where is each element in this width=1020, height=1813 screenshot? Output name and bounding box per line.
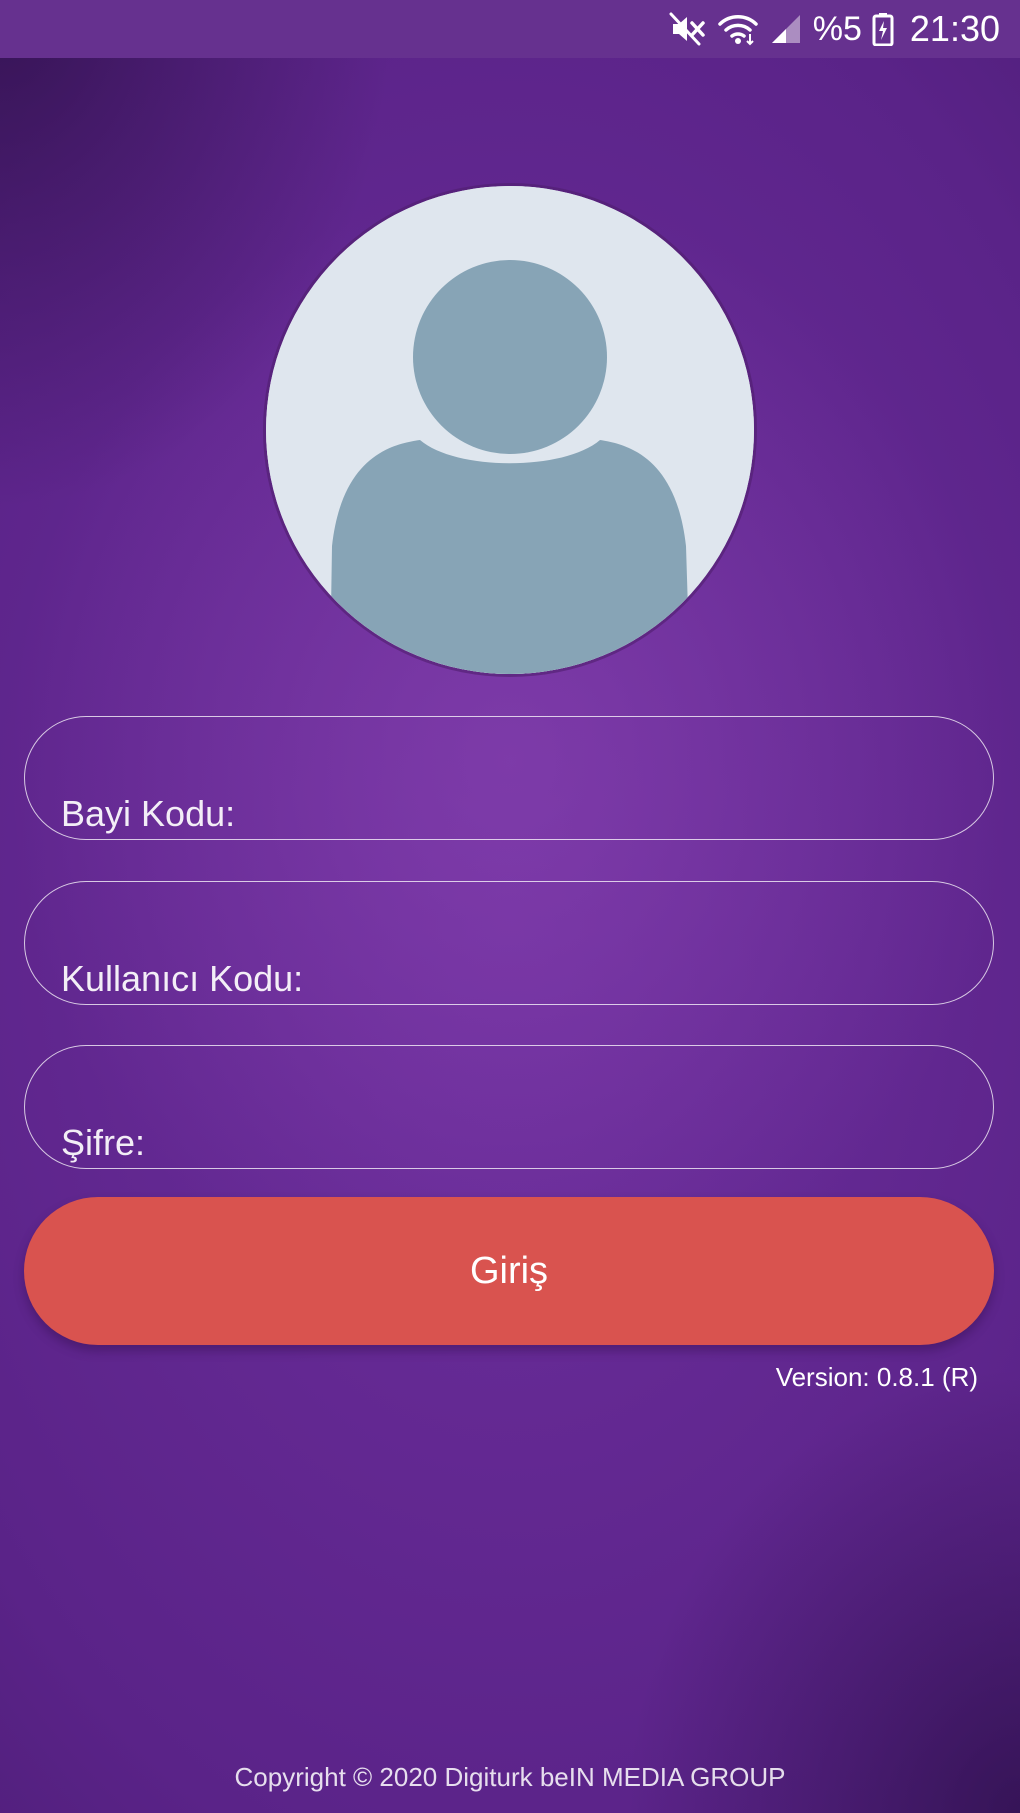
password-input[interactable] [25,1046,993,1168]
wifi-icon [717,12,759,46]
battery-percentage: %5 [812,9,862,48]
copyright-text: Copyright © 2020 Digiturk beIN MEDIA GRO… [234,1762,786,1792]
password-field[interactable]: Şifre: [24,1045,994,1169]
login-button[interactable]: Giriş [24,1197,994,1345]
signal-icon [769,12,803,46]
clock: 21:30 [909,8,1000,49]
dealer-code-field[interactable]: Bayi Kodu: [24,716,994,840]
user-avatar-icon [266,186,754,674]
status-bar: %5 21:30 [0,0,1020,58]
mute-icon [669,12,707,46]
user-code-field[interactable]: Kullanıcı Kodu: [24,881,994,1005]
user-code-input[interactable] [25,882,993,1004]
status-icons: %5 21:30 [669,0,1000,58]
dealer-code-input[interactable] [25,717,993,839]
version-label: Version: 0.8.1 (R) [775,1362,978,1392]
battery-icon [872,12,894,46]
login-screen: %5 21:30 Bayi Kodu: Kullanıcı Kodu: Şifr… [0,0,1020,1813]
